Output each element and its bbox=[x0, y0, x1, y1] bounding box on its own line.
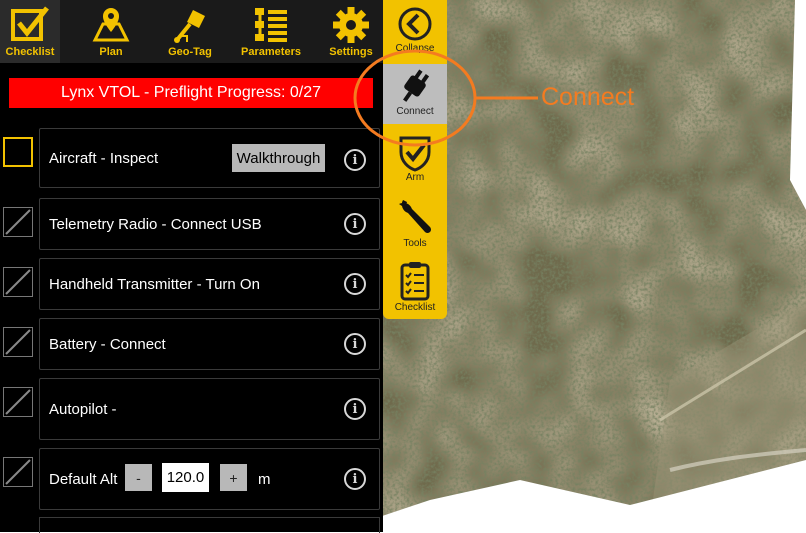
gear-icon bbox=[333, 7, 369, 43]
row-label: Aircraft - Inspect bbox=[49, 149, 159, 167]
info-icon[interactable]: i bbox=[344, 273, 366, 295]
topbar-plan-button[interactable]: Plan bbox=[82, 0, 140, 63]
tools-button[interactable]: Tools bbox=[383, 196, 447, 254]
topbar-geotag-button[interactable]: Geo-Tag bbox=[160, 0, 220, 63]
slash-icon bbox=[5, 269, 31, 295]
annotation-overlay bbox=[353, 49, 538, 147]
slash-icon bbox=[5, 389, 31, 415]
topbar-geotag-label: Geo-Tag bbox=[168, 46, 212, 58]
topbar-checklist-button[interactable]: Checklist bbox=[0, 0, 60, 63]
top-toolbar: Checklist Plan Geo-Tag Parameters Settin… bbox=[0, 0, 383, 63]
checklist-row-autopilot[interactable]: Autopilot - i bbox=[39, 378, 380, 440]
row-checkbox-battery[interactable] bbox=[3, 327, 33, 357]
row-label: Battery - Connect bbox=[49, 335, 166, 353]
checklist-panel: Checklist Plan Geo-Tag Parameters Settin… bbox=[0, 0, 383, 533]
row-label: Autopilot - bbox=[49, 400, 117, 418]
checklist-row-battery[interactable]: Battery - Connect i bbox=[39, 318, 380, 370]
checklist-tool-label: Checklist bbox=[394, 302, 436, 313]
wrench-icon bbox=[399, 200, 432, 234]
alt-value-input[interactable]: 120.0 bbox=[162, 463, 209, 492]
collapse-chevron-icon bbox=[398, 7, 432, 41]
checklist-row-telemetry[interactable]: Telemetry Radio - Connect USB i bbox=[39, 198, 380, 250]
info-icon[interactable]: i bbox=[344, 468, 366, 490]
row-checkbox-transmitter[interactable] bbox=[3, 267, 33, 297]
slash-icon bbox=[5, 459, 31, 485]
alt-decrement-button[interactable]: - bbox=[125, 464, 152, 491]
checklist-tool-button[interactable]: Checklist bbox=[383, 260, 447, 318]
alt-unit: m bbox=[258, 470, 271, 488]
row-label: Telemetry Radio - Connect USB bbox=[49, 215, 262, 233]
row-checkbox-telemetry[interactable] bbox=[3, 207, 33, 237]
checklist-check-icon bbox=[11, 6, 49, 41]
tools-label: Tools bbox=[403, 238, 427, 249]
walkthrough-button[interactable]: Walkthrough bbox=[232, 144, 325, 172]
clipboard-icon bbox=[400, 262, 430, 301]
row-checkbox-autopilot[interactable] bbox=[3, 387, 33, 417]
map-pin-icon bbox=[92, 8, 130, 42]
row-label: Default Alt bbox=[49, 470, 118, 488]
topbar-checklist-label: Checklist bbox=[5, 46, 55, 58]
checklist-row-partial bbox=[39, 517, 380, 533]
checklist-row-default-alt[interactable]: Default Alt - 120.0 + m i bbox=[39, 448, 380, 510]
info-icon[interactable]: i bbox=[344, 333, 366, 355]
slash-icon bbox=[5, 329, 31, 355]
annotation-label: Connect bbox=[541, 83, 635, 111]
topbar-plan-label: Plan bbox=[99, 46, 123, 58]
topbar-parameters-button[interactable]: Parameters bbox=[238, 0, 304, 63]
checklist-row-transmitter[interactable]: Handheld Transmitter - Turn On i bbox=[39, 258, 380, 310]
preflight-progress-banner: Lynx VTOL - Preflight Progress: 0/27 bbox=[9, 78, 373, 108]
topbar-parameters-label: Parameters bbox=[241, 46, 301, 58]
arm-label: Arm bbox=[405, 172, 425, 183]
alt-increment-button[interactable]: + bbox=[220, 464, 247, 491]
info-icon[interactable]: i bbox=[344, 398, 366, 420]
slash-icon bbox=[5, 209, 31, 235]
row-checkbox-aircraft[interactable] bbox=[3, 137, 33, 167]
row-label: Handheld Transmitter - Turn On bbox=[49, 275, 260, 293]
checklist-row-aircraft[interactable]: Aircraft - Inspect Walkthrough i bbox=[39, 128, 380, 188]
info-icon[interactable]: i bbox=[344, 213, 366, 235]
parameters-list-icon bbox=[255, 8, 287, 42]
geotag-pin-icon bbox=[174, 10, 205, 43]
row-checkbox-default-alt[interactable] bbox=[3, 457, 33, 487]
